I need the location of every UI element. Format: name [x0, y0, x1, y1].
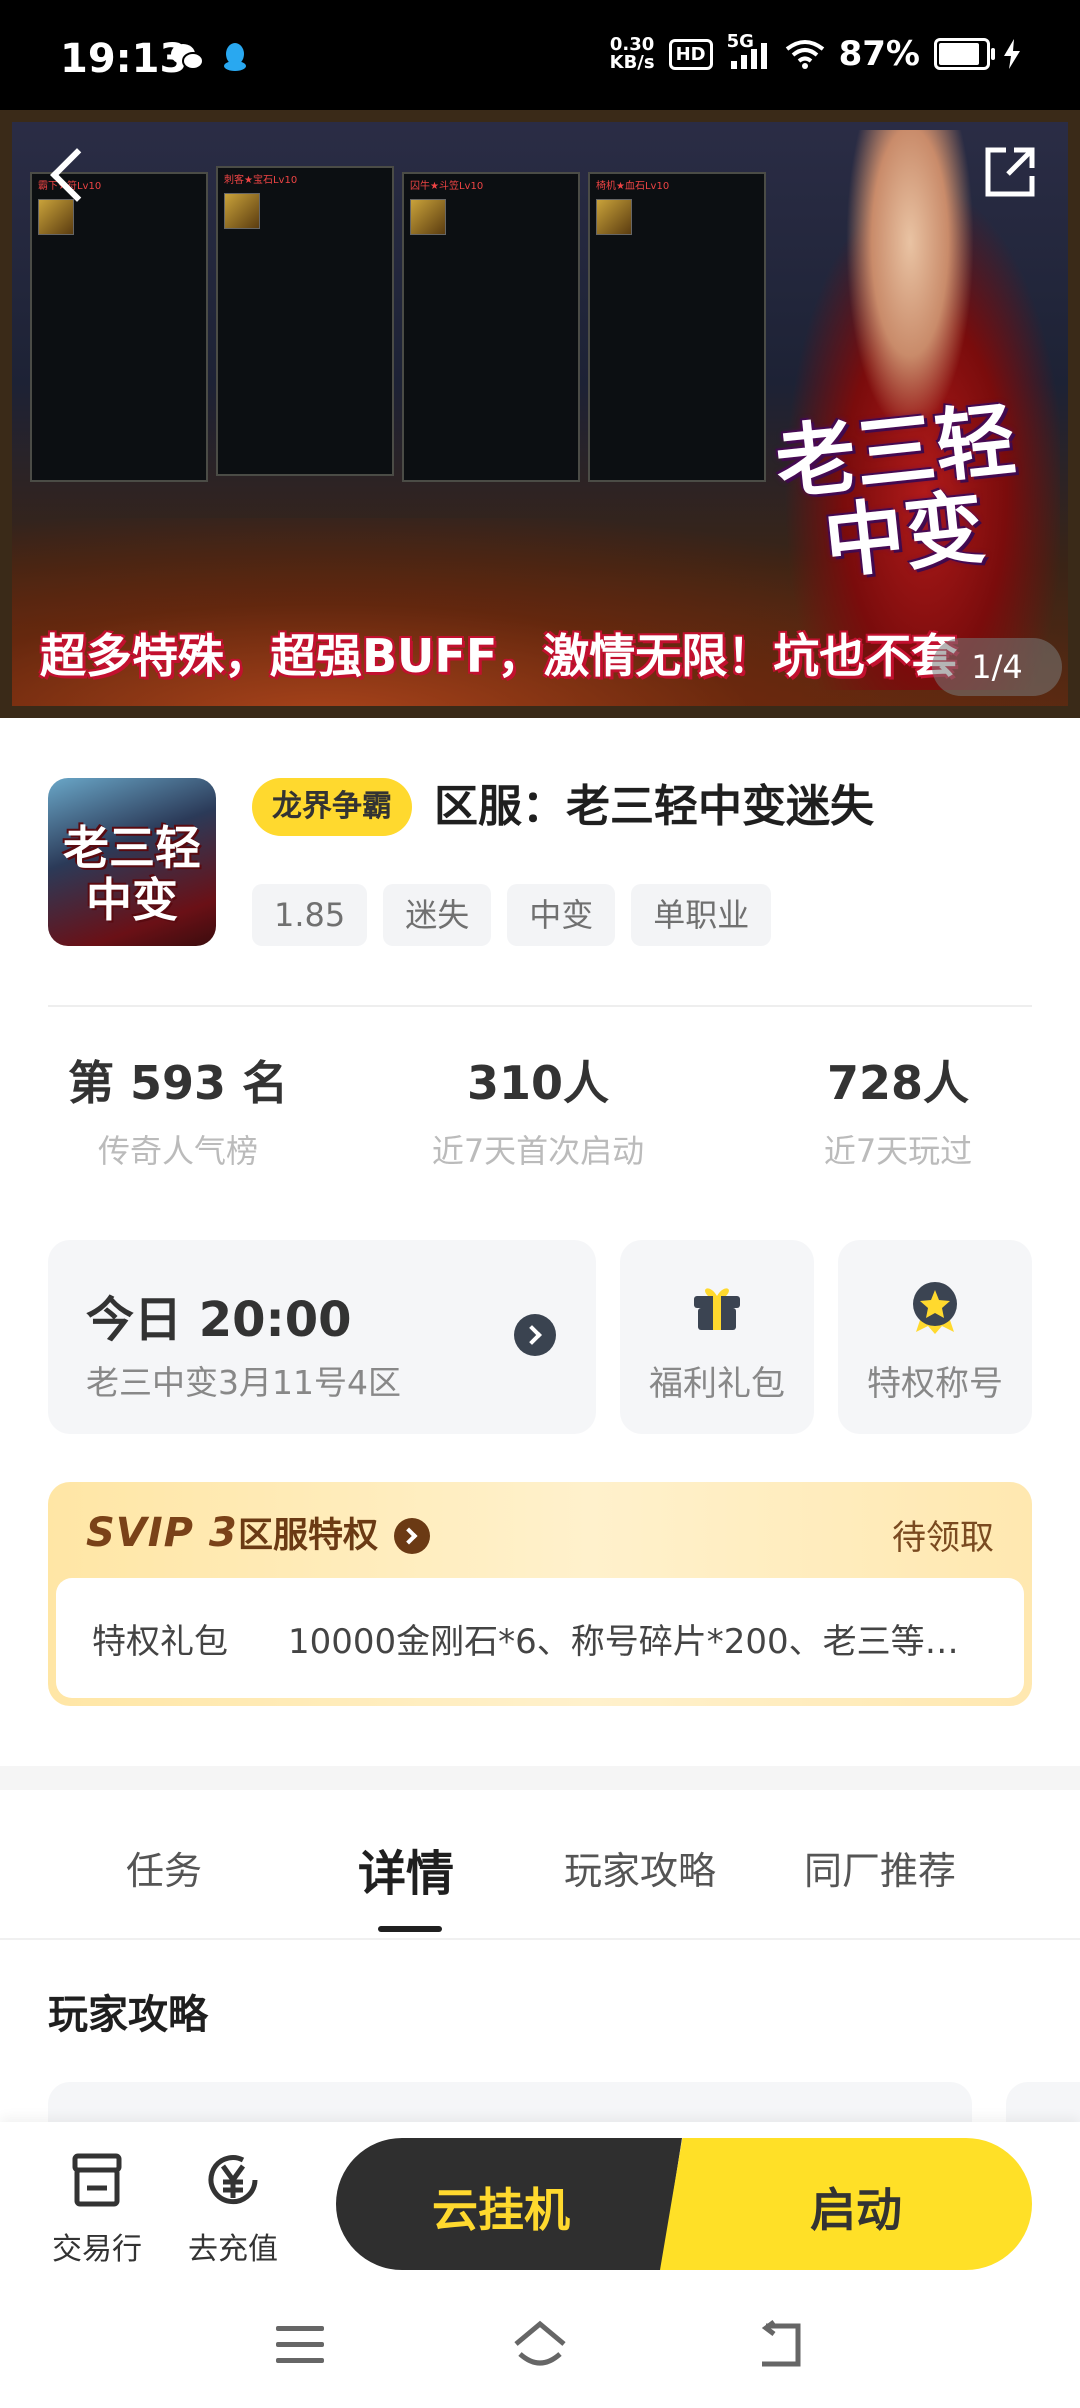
- wechat-icon: [171, 44, 204, 70]
- back-button[interactable]: [40, 142, 100, 212]
- divider: [48, 1005, 1032, 1007]
- tab-tasks[interactable]: 任务: [126, 1840, 202, 1895]
- charging-icon: [1004, 39, 1020, 69]
- privilege-label: 特权礼包: [92, 1622, 228, 1662]
- status-bar: 19:13 0.30 KB/s HD 5G 87%: [0, 0, 1080, 110]
- game-icon: 老三轻中变: [48, 778, 216, 946]
- shop-icon: [72, 2153, 122, 2207]
- tab-player-guides[interactable]: 玩家攻略: [564, 1840, 716, 1895]
- status-time: 19:13: [60, 36, 188, 82]
- battery-icon: [934, 38, 995, 70]
- section-title: 玩家攻略: [48, 1992, 208, 2038]
- back-nav-icon[interactable]: [752, 2320, 806, 2370]
- screenshot-carousel[interactable]: 霸下★符Lv10 ​ 刺客★宝石Lv10 囚牛★斗笠Lv10 椅机★血石Lv10…: [0, 110, 1080, 718]
- medal-icon: [913, 1282, 957, 1334]
- stat-rank[interactable]: 第 593 名 传奇人气榜: [8, 1052, 348, 1172]
- category-tag[interactable]: 龙界争霸: [252, 778, 412, 836]
- wifi-icon: [785, 40, 824, 69]
- tab-same-developer[interactable]: 同厂推荐: [804, 1840, 956, 1895]
- svip-privilege-card[interactable]: SVIP 3 区服特权 待领取 特权礼包 10000金刚石*6、称号碎片*200…: [48, 1482, 1032, 1706]
- fullscreen-button[interactable]: [980, 142, 1040, 202]
- recharge-button[interactable]: 去充值: [178, 2150, 288, 2268]
- stat-first-launch: 310人 近7天首次启动: [431, 1056, 645, 1170]
- tab-details[interactable]: 详情: [358, 1834, 454, 1904]
- active-tab-indicator: [378, 1926, 442, 1932]
- trade-button[interactable]: 交易行: [42, 2150, 152, 2268]
- svip-title: 区服特权: [238, 1516, 379, 1556]
- chevron-right-icon: [514, 1314, 556, 1356]
- svip-logo: SVIP 3: [86, 1510, 238, 1556]
- privilege-value: 10000金刚石*6、称号碎片*200、老三等级礼包…: [288, 1622, 988, 1662]
- carousel-pager: 1/4: [932, 638, 1062, 696]
- server-open-card[interactable]: 今日 20:00 老三中变3月11号4区: [48, 1240, 596, 1434]
- net-speed: 0.30 KB/s: [609, 34, 655, 73]
- svip-status[interactable]: 待领取: [892, 1512, 994, 1564]
- menu-icon[interactable]: [276, 2326, 324, 2366]
- server-name: 老三中变3月11号4区: [86, 1363, 401, 1402]
- game-tags: 1.85 迷失 中变 单职业: [252, 884, 772, 946]
- privilege-title-button[interactable]: 特权称号: [838, 1240, 1032, 1434]
- tag-type[interactable]: 迷失: [383, 884, 492, 946]
- bottom-action-bar: 交易行 去充值 云挂机 启动: [0, 2122, 1080, 2286]
- server-open-time: 今日 20:00: [86, 1292, 352, 1348]
- gift-icon: [694, 1288, 740, 1330]
- tag-style[interactable]: 中变: [507, 884, 616, 946]
- welfare-gift-button[interactable]: 福利礼包: [620, 1240, 814, 1434]
- qq-icon: [224, 43, 246, 71]
- chevron-right-icon: [394, 1518, 430, 1554]
- tag-version[interactable]: 1.85: [252, 884, 368, 946]
- battery-percent: 87%: [838, 34, 920, 74]
- stat-played: 728人 近7天玩过: [823, 1056, 973, 1170]
- external-link-icon: [985, 147, 1035, 197]
- game-title: 区服：老三轻中变迷失: [434, 781, 874, 832]
- tab-bar: 任务 详情 玩家攻略 同厂推荐: [0, 1790, 1080, 1940]
- tag-class[interactable]: 单职业: [631, 884, 772, 946]
- hd-badge: HD: [668, 38, 713, 70]
- signal-icon: 5G: [727, 31, 771, 71]
- start-game-button[interactable]: 启动: [660, 2138, 1032, 2270]
- system-nav-bar: [0, 2286, 1080, 2408]
- cloud-hangup-button[interactable]: 云挂机: [336, 2138, 682, 2270]
- home-icon[interactable]: [510, 2316, 570, 2372]
- yuan-icon: [208, 2155, 258, 2205]
